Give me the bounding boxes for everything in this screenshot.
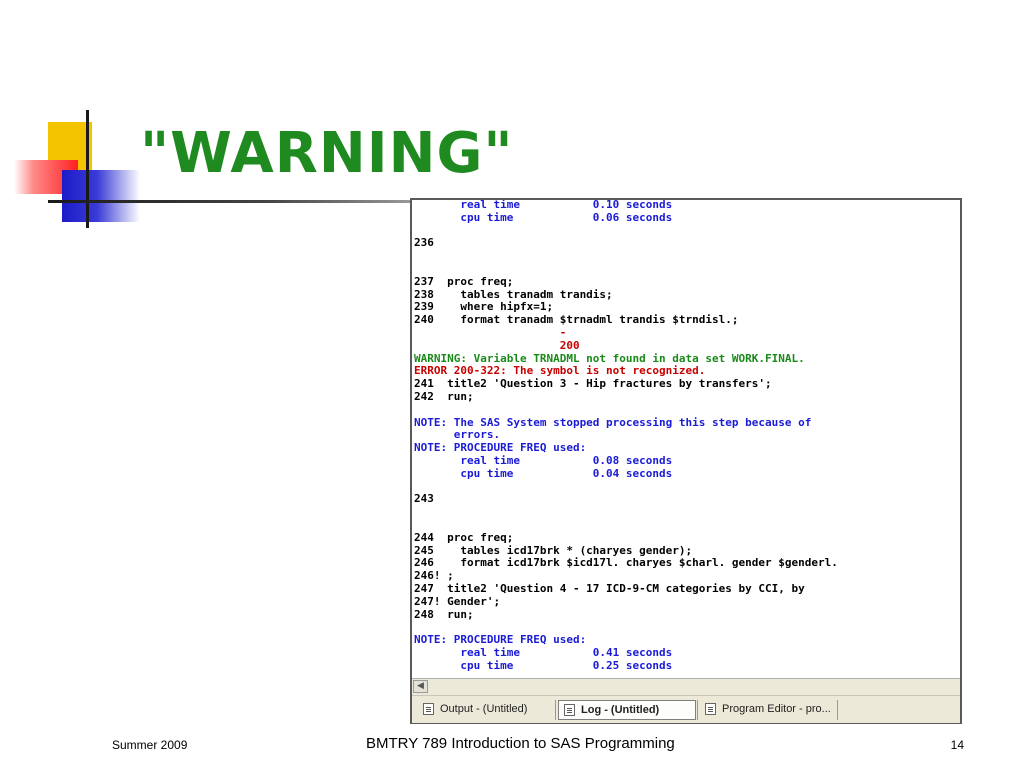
sas-log-window: real time 0.10 seconds cpu time 0.06 sec…	[410, 198, 962, 724]
log-line: -	[414, 325, 567, 339]
log-line: 247 title2 'Question 4 - 17 ICD-9-CM cat…	[414, 581, 805, 595]
log-line: 246! ;	[414, 569, 454, 583]
horizontal-scrollbar[interactable]: ◀	[412, 678, 960, 695]
tab-log[interactable]: Log - (Untitled)	[558, 700, 696, 720]
tab-divider	[837, 700, 838, 720]
log-line: 200	[414, 338, 580, 352]
logo-blue-bar	[62, 170, 140, 222]
log-lines: real time 0.10 seconds cpu time 0.06 sec…	[414, 200, 838, 672]
log-line: 242 run;	[414, 389, 474, 403]
tab-program-editor-label: Program Editor - pro...	[722, 703, 831, 715]
log-line: cpu time 0.25 seconds	[414, 658, 673, 672]
scroll-left-icon[interactable]: ◀	[413, 680, 428, 693]
log-line: 246 format icd17brk $icd17l. charyes $ch…	[414, 556, 838, 570]
log-line: 248 run;	[414, 607, 474, 621]
program-editor-icon	[705, 703, 716, 715]
log-line: cpu time 0.04 seconds	[414, 466, 673, 480]
tab-program-editor[interactable]: Program Editor - pro...	[700, 700, 836, 720]
log-line: 243	[414, 492, 434, 506]
log-line: 247! Gender';	[414, 594, 501, 608]
window-tabs-bar: Output - (Untitled) Log - (Untitled) Pro…	[412, 695, 960, 723]
tab-log-label: Log - (Untitled)	[581, 704, 660, 716]
log-line: 241 title2 'Question 3 - Hip fractures b…	[414, 377, 772, 391]
slide-number: 14	[950, 738, 964, 752]
tab-output[interactable]: Output - (Untitled)	[418, 700, 554, 720]
footer-date: Summer 2009	[112, 738, 188, 752]
logo-vertical-line	[86, 110, 89, 228]
output-window-icon	[423, 703, 434, 715]
tab-divider	[697, 700, 698, 720]
log-line: 237 proc freq;	[414, 274, 514, 288]
title-underline	[48, 200, 412, 203]
log-line: 236	[414, 236, 434, 250]
log-pane[interactable]: real time 0.10 seconds cpu time 0.06 sec…	[412, 200, 960, 678]
footer-course-title: BMTRY 789 Introduction to SAS Programmin…	[366, 735, 675, 752]
log-line: cpu time 0.06 seconds	[414, 210, 673, 224]
log-line: 244 proc freq;	[414, 530, 514, 544]
log-window-icon	[564, 704, 575, 716]
log-line: NOTE: PROCEDURE FREQ used:	[414, 633, 587, 647]
slide-title: "WARNING"	[140, 121, 514, 186]
tab-divider	[555, 700, 556, 720]
log-line: real time 0.41 seconds	[414, 645, 673, 659]
log-line: real time 0.08 seconds	[414, 453, 673, 467]
tab-output-label: Output - (Untitled)	[440, 703, 528, 715]
